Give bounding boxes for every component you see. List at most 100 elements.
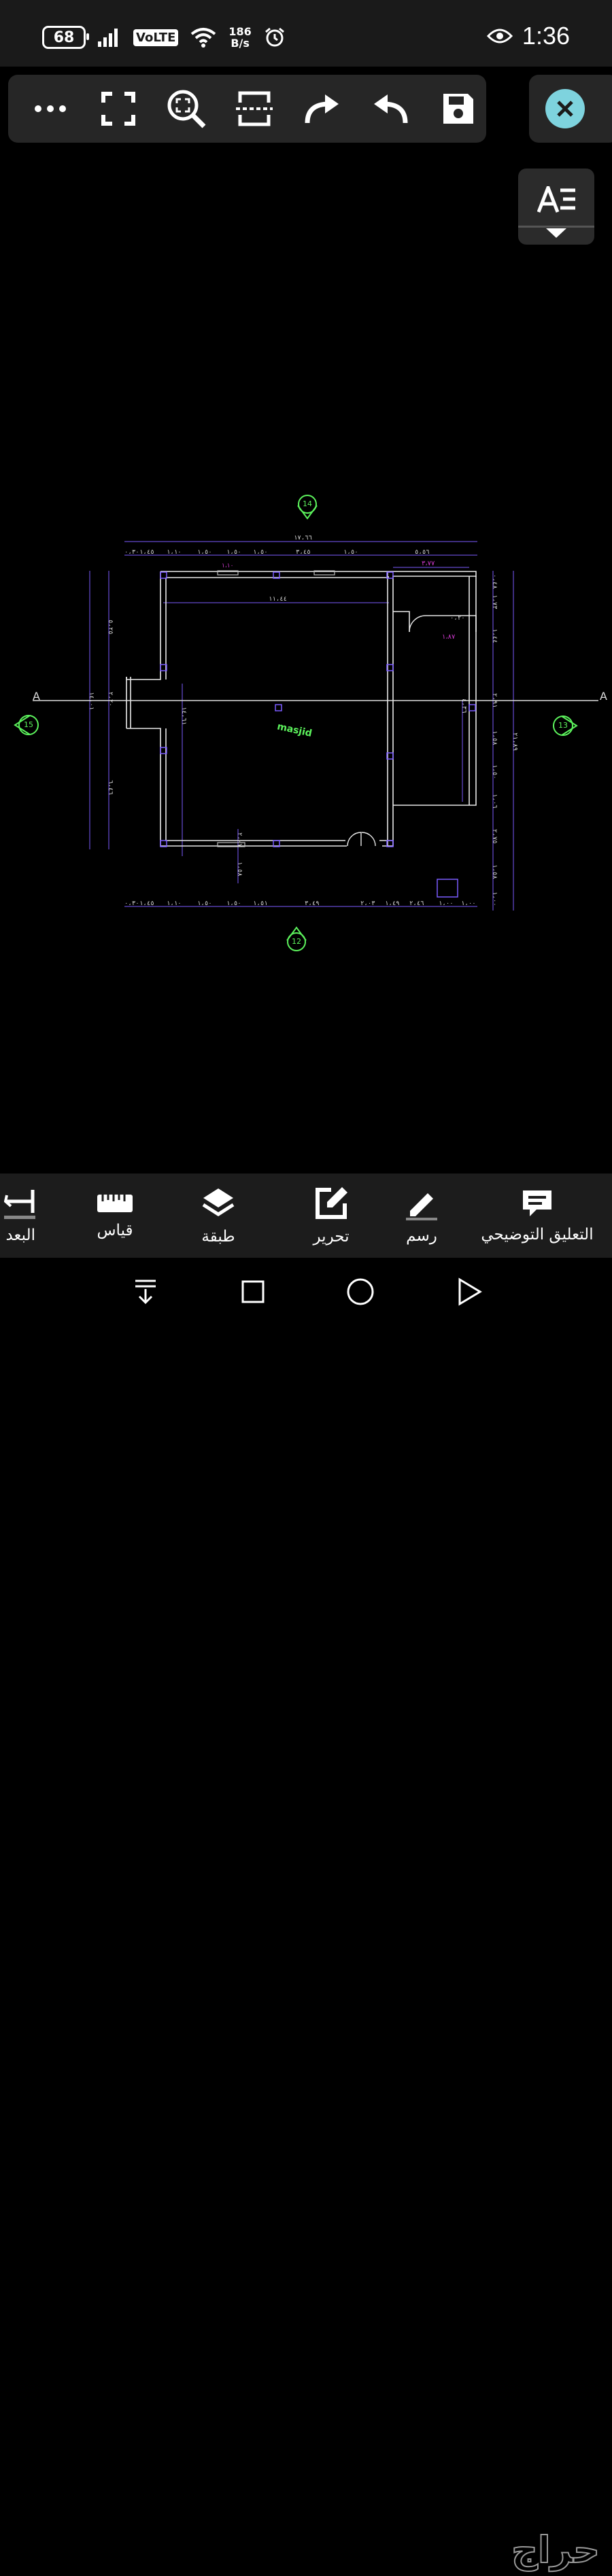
network-speed: 186 B/s (228, 26, 251, 49)
dim-bottom-label: ١،٥١ (253, 900, 268, 907)
close-button[interactable] (545, 89, 585, 128)
status-bar: 68 VoLTE 186 B/s 1:36 (0, 0, 612, 67)
back-icon (458, 1277, 482, 1306)
comment-icon (523, 1190, 551, 1216)
dim-top-label: ١،٥٠ (197, 549, 212, 556)
menu-label-draw: رسم (406, 1227, 437, 1245)
dim-right-label: ٠،٤٨ (491, 574, 498, 589)
dim-bottom-label: ١،٥٠ (226, 900, 241, 907)
marker-left: 15 (24, 720, 33, 729)
menu-label-annotation: التعليق التوضيحي (481, 1226, 594, 1243)
dim-top-label: ١،١٠ (167, 549, 182, 556)
dim-top-label: ٥،٥٦ (415, 549, 430, 556)
dim-bottom-label: ١،٤٥ (139, 900, 154, 907)
dim-right-label: ١،٤٤ (491, 629, 498, 643)
menu-item-draw[interactable]: رسم (392, 1174, 452, 1258)
dim-bottom-label: ١،٤٩ (385, 900, 400, 907)
room-label: masjid (276, 721, 313, 739)
more-icon (35, 105, 66, 112)
dim-small: ٠،٢٠ (450, 615, 465, 622)
watermark-text: حراج (511, 2528, 600, 2571)
dim-top-label: ٠،٣٠ (124, 549, 139, 556)
dim-inner-right: ٤،٣٦ (460, 699, 467, 713)
dim-bottom-label: ١،١٠ (167, 900, 182, 907)
collapse-icon (135, 1280, 156, 1305)
menu-item-measure[interactable]: قياس (84, 1174, 146, 1258)
dim-top-label: ١،٥٠ (253, 549, 268, 556)
dim-bottom-label: ١،٠٠ (461, 900, 476, 907)
dim-top-label: ١،٥٠ (226, 549, 241, 556)
dim-window: ١،١٠ (222, 563, 233, 569)
dim-left-label: ١٤،٠١ (88, 692, 95, 710)
dim-inner-left: ١٤،٦١ (180, 707, 187, 725)
save-button[interactable] (437, 87, 480, 130)
dim-top-label: ١،٥٠ (343, 549, 358, 556)
dim-bottom-label: ١،٥٠ (197, 900, 212, 907)
haraj-watermark: حراج (511, 2528, 600, 2572)
dim-inner-top: ١١،٤٤ (269, 596, 287, 603)
close-panel (529, 75, 612, 143)
section-icon (236, 91, 273, 126)
volte-badge: VoLTE (133, 29, 179, 46)
dim-room2: ١،٨٧ (442, 633, 456, 641)
dim-right-label: ١،٠٦ (491, 794, 498, 809)
signal-icon (98, 29, 118, 47)
section-label-right: A (600, 690, 607, 703)
bottom-tool-menu: التعليق التوضيحي رسم تحرير طبقة قياس الب… (0, 1174, 612, 1258)
section-label-left: A (33, 690, 40, 703)
menu-item-edit[interactable]: تحرير (294, 1174, 369, 1258)
dim-left-label: ٥،٢٥ (107, 620, 114, 635)
menu-label-edit: تحرير (313, 1228, 350, 1246)
ruler-icon (97, 1195, 133, 1212)
speed-value: 186 (228, 25, 252, 38)
fullscreen-icon (101, 92, 135, 126)
dim-right-label: ٢،٩١ (491, 693, 498, 708)
marker-right: 13 (558, 721, 568, 730)
text-style-icon (537, 186, 575, 213)
dim-bottom-v1: ٢،٠٧ (236, 832, 243, 847)
dimension-icon (4, 1190, 35, 1219)
layers-icon (202, 1188, 235, 1216)
menu-item-dimension[interactable]: البعد (0, 1174, 35, 1258)
menu-item-annotation[interactable]: التعليق التوضيحي (476, 1174, 598, 1258)
fullscreen-button[interactable] (97, 87, 140, 130)
redo-icon (305, 94, 339, 124)
section-button[interactable] (233, 87, 276, 130)
wifi-icon (191, 28, 216, 48)
dim-right-label: ٢،٧٥ (491, 829, 498, 844)
text-style-button[interactable] (518, 169, 594, 245)
dim-right-label: ١،٧٣ (491, 595, 498, 610)
dim-bottom-label: ٠،٣٠ (124, 900, 139, 907)
recents-button[interactable] (234, 1273, 272, 1311)
back-button[interactable] (450, 1273, 488, 1311)
system-nav-bar: حراج (0, 1258, 612, 2572)
home-button[interactable] (341, 1273, 379, 1311)
dim-left-label: ٦،٤٦ (107, 780, 114, 795)
marker-top: 14 (303, 499, 312, 508)
battery-indicator: 68 (42, 26, 89, 49)
menu-label-layer: طبقة (201, 1228, 235, 1246)
menu-item-layer[interactable]: طبقة (188, 1174, 249, 1258)
edit-icon (316, 1187, 347, 1219)
alarm-icon (265, 27, 284, 47)
dim-top-label: ٣،٤٥ (296, 549, 311, 556)
pencil-icon (406, 1193, 437, 1220)
zoom-extents-button[interactable] (165, 87, 208, 130)
redo-button[interactable] (301, 87, 344, 130)
dim-bottom-v2: ١،٥٨ (236, 862, 243, 877)
dim-bottom-label: ٢،٤٦ (409, 900, 424, 907)
dim-right-label: ١،٠٠ (491, 892, 498, 906)
cad-drawing-canvas[interactable]: A A 14 15 13 12 masjid ١٧،٦٦ ٠،٣٠ ١،٤٥ ١… (0, 476, 612, 951)
dim-bottom-label: ٢،٠٣ (360, 900, 375, 907)
menu-label-dimension: البعد (5, 1227, 35, 1244)
dim-room: ٣،٧٧ (422, 560, 435, 567)
dim-bottom-label: ٣،٤٩ (305, 900, 320, 907)
home-icon (347, 1278, 374, 1305)
dim-bottom-label: ١،٠٠ (439, 900, 454, 907)
undo-button[interactable] (369, 87, 412, 130)
more-button[interactable] (29, 87, 72, 130)
speed-unit: B/s (231, 37, 250, 50)
zoom-extents-icon (167, 90, 206, 128)
top-toolbar (8, 75, 486, 143)
collapse-button[interactable] (126, 1273, 165, 1311)
